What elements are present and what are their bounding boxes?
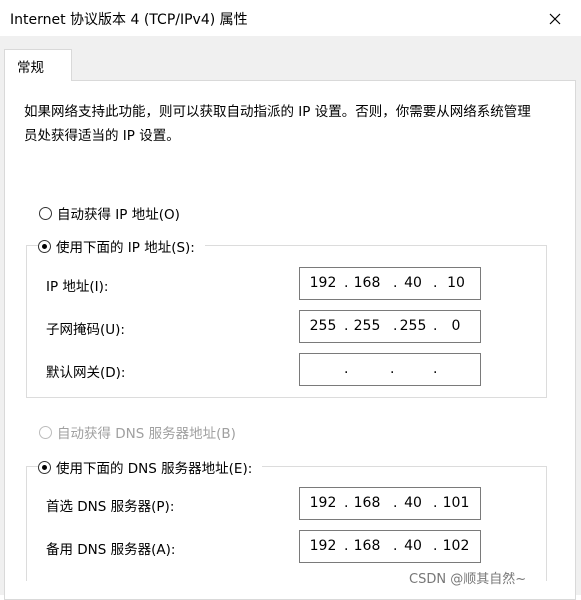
radio-auto-ip-indicator <box>39 206 52 220</box>
octet-separator: . <box>390 361 395 377</box>
radio-manual-dns-indicator <box>38 460 51 474</box>
pdns-octet-3: 40 <box>404 495 422 511</box>
radio-auto-dns-indicator <box>39 425 52 439</box>
close-icon <box>549 13 561 25</box>
octet-separator: . <box>344 318 349 334</box>
octet-separator: . <box>344 361 349 377</box>
mask-octet-3: 255 <box>399 318 427 334</box>
alternate-dns-label: 备用 DNS 服务器(A): <box>46 542 176 558</box>
radio-manual-ip-label: 使用下面的 IP 地址(S): <box>56 240 195 256</box>
radio-auto-dns-label: 自动获得 DNS 服务器地址(B) <box>57 426 236 442</box>
tab-general-label: 常规 <box>17 60 44 76</box>
preferred-dns-label: 首选 DNS 服务器(P): <box>46 499 175 515</box>
octet-separator: . <box>433 275 438 291</box>
description-text: 如果网络支持此功能，则可以获取自动指派的 IP 设置。否则，你需要从网络系统管理… <box>24 104 531 144</box>
ip-octet-1: 192 <box>309 275 337 291</box>
radio-manual-ip-indicator <box>38 239 51 253</box>
octet-separator: . <box>433 538 438 554</box>
pdns-octet-2: 168 <box>353 495 381 511</box>
ip-octet-3: 40 <box>404 275 422 291</box>
ip-address-label: IP 地址(I): <box>46 279 109 295</box>
radio-manual-dns-label: 使用下面的 DNS 服务器地址(E): <box>56 461 253 477</box>
octet-separator: . <box>344 275 349 291</box>
adns-octet-1: 192 <box>309 538 337 554</box>
radio-auto-dns[interactable]: 自动获得 DNS 服务器地址(B) <box>39 422 236 442</box>
octet-separator: . <box>433 318 438 334</box>
pdns-octet-1: 192 <box>309 495 337 511</box>
default-gateway-label: 默认网关(D): <box>46 365 126 381</box>
default-gateway-input[interactable]: . . . <box>299 353 481 386</box>
title-bar: Internet 协议版本 4 (TCP/IPv4) 属性 <box>0 0 581 36</box>
tab-general[interactable]: 常规 <box>4 49 72 81</box>
radio-manual-ip[interactable]: 使用下面的 IP 地址(S): <box>38 236 205 256</box>
preferred-dns-input[interactable]: 192 . 168 . 40 . 101 <box>299 487 481 520</box>
alternate-dns-input[interactable]: 192 . 168 . 40 . 102 <box>299 530 481 563</box>
window-title: Internet 协议版本 4 (TCP/IPv4) 属性 <box>10 12 248 28</box>
close-button[interactable] <box>541 6 569 32</box>
adns-octet-2: 168 <box>353 538 381 554</box>
mask-octet-4: 0 <box>451 318 461 334</box>
pdns-octet-4: 101 <box>442 495 470 511</box>
octet-separator: . <box>433 495 438 511</box>
ip-octet-4: 10 <box>447 275 465 291</box>
ip-address-input[interactable]: 192 . 168 . 40 . 10 <box>299 267 481 300</box>
radio-auto-ip[interactable]: 自动获得 IP 地址(O) <box>39 203 180 223</box>
radio-auto-ip-label: 自动获得 IP 地址(O) <box>57 207 180 223</box>
octet-separator: . <box>344 495 349 511</box>
ip-octet-2: 168 <box>353 275 381 291</box>
mask-octet-2: 255 <box>353 318 381 334</box>
watermark-text: CSDN @顺其自然~ <box>409 572 527 587</box>
subnet-mask-input[interactable]: 255 . 255 . 255 . 0 <box>299 310 481 343</box>
subnet-mask-label: 子网掩码(U): <box>46 322 125 338</box>
adns-octet-4: 102 <box>442 538 470 554</box>
octet-separator: . <box>344 538 349 554</box>
dns-settings-group <box>26 466 547 581</box>
mask-octet-1: 255 <box>309 318 337 334</box>
octet-separator: . <box>433 361 438 377</box>
radio-manual-dns[interactable]: 使用下面的 DNS 服务器地址(E): <box>38 457 263 477</box>
adns-octet-3: 40 <box>404 538 422 554</box>
